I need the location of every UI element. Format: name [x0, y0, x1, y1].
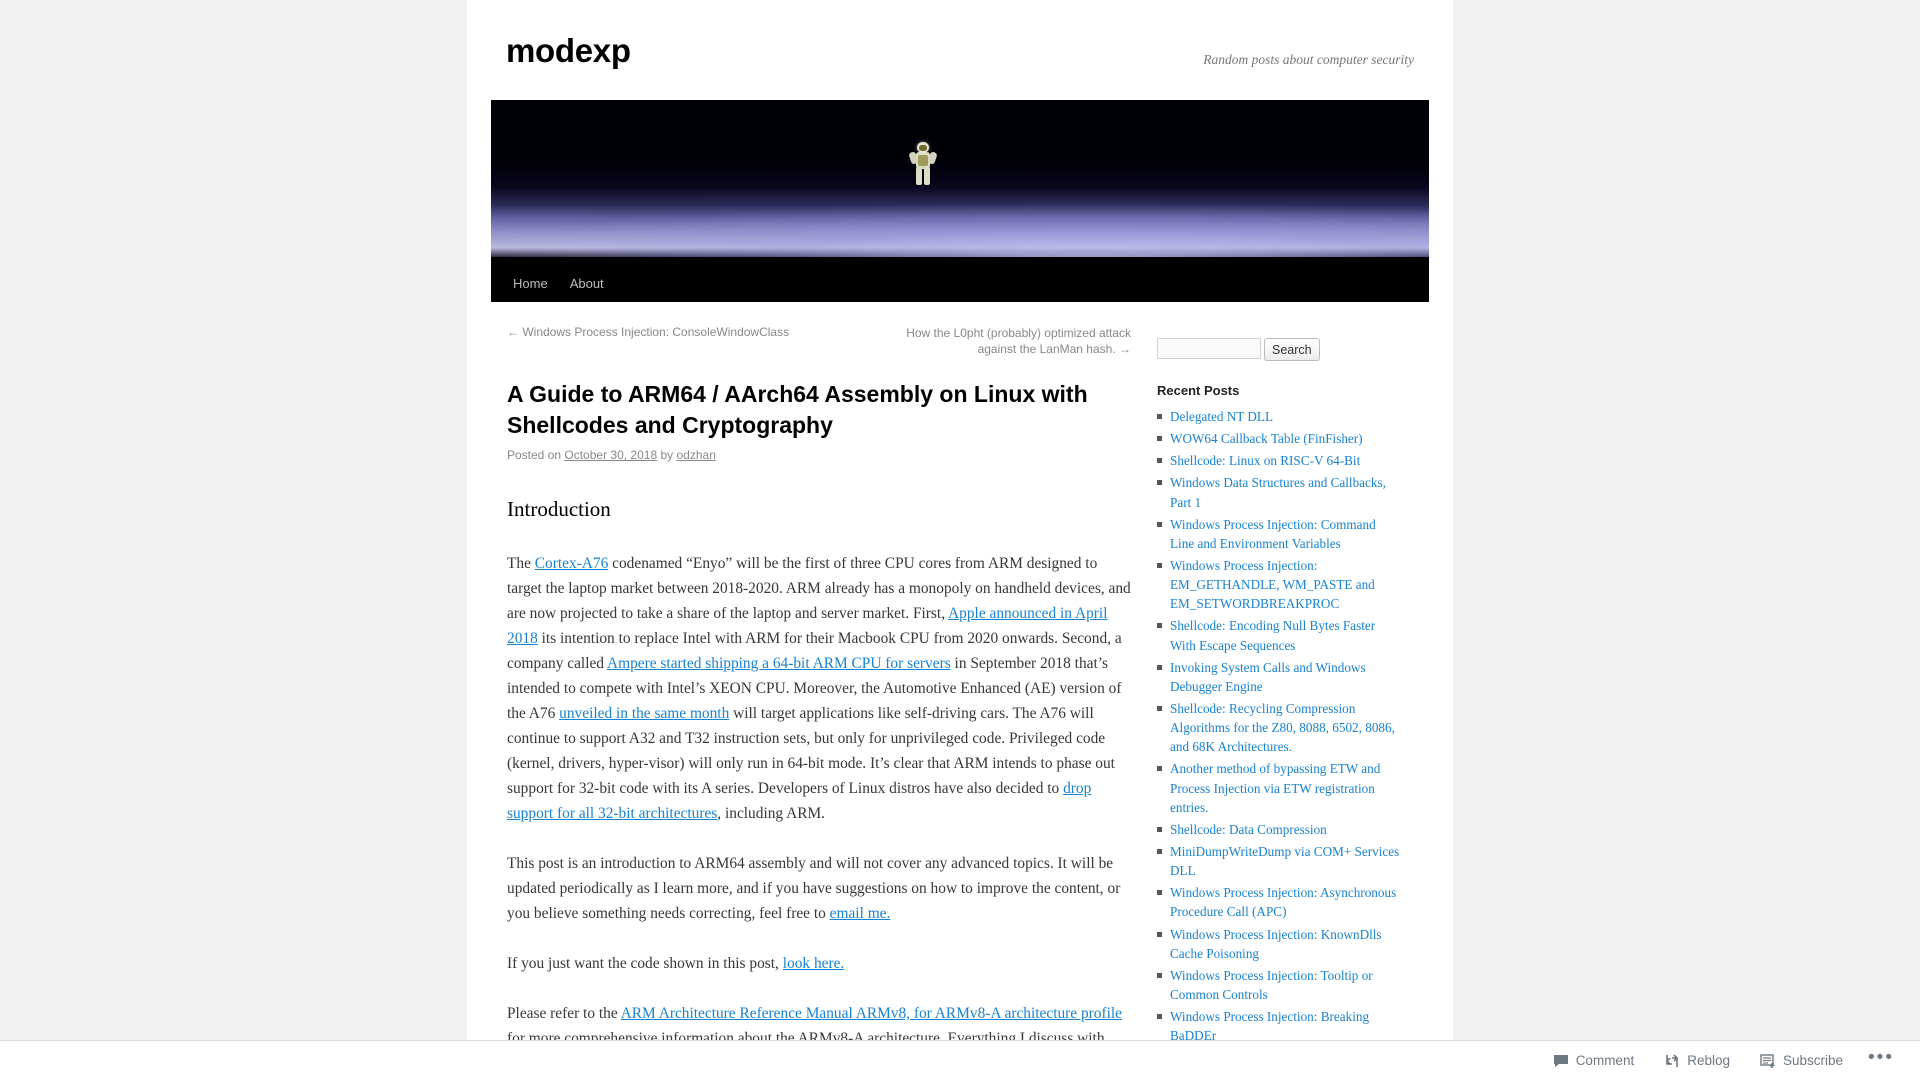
header-banner-image — [491, 100, 1429, 266]
post-date-link[interactable]: October 30, 2018 — [564, 448, 657, 462]
p4-text-1: Please refer to the — [507, 1004, 621, 1022]
by-label: by — [660, 448, 674, 463]
p1-text-1: The — [507, 555, 535, 573]
recent-post-link[interactable]: Shellcode: Encoding Null Bytes Faster Wi… — [1170, 618, 1375, 652]
recent-post-link[interactable]: Invoking System Calls and Windows Debugg… — [1170, 660, 1366, 694]
paragraph-1: The Cortex-A76 codenamed “Enyo” will be … — [507, 552, 1131, 826]
list-item[interactable]: Windows Process Injection: EM_GETHANDLE,… — [1157, 556, 1401, 613]
list-item[interactable]: Shellcode: Recycling Compression Algorit… — [1157, 699, 1401, 756]
astronaut-backpack — [918, 155, 928, 166]
recent-post-link[interactable]: Shellcode: Recycling Compression Algorit… — [1170, 701, 1395, 754]
subscribe-icon — [1760, 1053, 1776, 1069]
recent-post-link[interactable]: Windows Process Injection: Asynchronous … — [1170, 885, 1396, 919]
site-description: Random posts about computer security — [1203, 52, 1414, 67]
list-item[interactable]: Windows Data Structures and Callbacks, P… — [1157, 473, 1401, 511]
link-email-me[interactable]: email me. — [830, 905, 891, 922]
recent-post-link[interactable]: Windows Process Injection: Breaking BaDD… — [1170, 1009, 1369, 1043]
main-navigation: Home About — [491, 266, 1429, 302]
p3-text-1: If you just want the code shown in this … — [507, 954, 783, 972]
recent-post-link[interactable]: Shellcode: Linux on RISC-V 64-Bit — [1170, 453, 1360, 468]
comment-icon — [1553, 1053, 1569, 1069]
nav-item-about[interactable]: About — [559, 266, 615, 302]
astronaut-visor — [919, 145, 927, 151]
next-post-link[interactable]: How the L0pht (probably) optimized attac… — [871, 325, 1131, 357]
astronaut-left-leg — [916, 167, 922, 185]
subscribe-label: Subscribe — [1782, 1053, 1844, 1068]
list-item[interactable]: Windows Process Injection: Asynchronous … — [1157, 883, 1401, 921]
reblog-label: Reblog — [1687, 1053, 1730, 1068]
astronaut-icon — [908, 142, 938, 186]
recent-post-link[interactable]: Windows Process Injection: Command Line … — [1170, 517, 1376, 551]
list-item[interactable]: Invoking System Calls and Windows Debugg… — [1157, 658, 1401, 696]
search-form: Search — [1157, 338, 1401, 361]
recent-post-link[interactable]: Windows Process Injection: EM_GETHANDLE,… — [1170, 558, 1375, 611]
list-item[interactable]: Another method of bypassing ETW and Proc… — [1157, 759, 1401, 816]
list-item[interactable]: Windows Process Injection: KnownDlls Cac… — [1157, 925, 1401, 963]
comment-button[interactable]: Comment — [1538, 1041, 1650, 1080]
list-item[interactable]: Delegated NT DLL — [1157, 407, 1401, 426]
sidebar: Search Recent Posts Delegated NT DLL WOW… — [1157, 325, 1401, 1080]
section-heading-introduction: Introduction — [507, 497, 611, 522]
site-title[interactable]: modexp — [506, 34, 631, 67]
post-navigation: ← Windows Process Injection: ConsoleWind… — [507, 325, 1131, 379]
entry-content: Introduction The Cortex-A76 codenamed “E… — [507, 492, 1131, 1076]
p1-text-6: , including ARM. — [717, 805, 826, 823]
recent-post-link[interactable]: Windows Process Injection: KnownDlls Cac… — [1170, 927, 1382, 961]
page-title: A Guide to ARM64 / AArch64 Assembly on L… — [507, 381, 1088, 439]
recent-posts-heading: Recent Posts — [1157, 383, 1240, 398]
link-unveiled-same-month[interactable]: unveiled in the same month — [559, 705, 729, 722]
banner-bottom-edge — [491, 257, 1429, 266]
subscribe-button[interactable]: Subscribe — [1745, 1041, 1858, 1080]
recent-post-link[interactable]: Delegated NT DLL — [1170, 409, 1273, 424]
recent-post-link[interactable]: Shellcode: Data Compression — [1170, 822, 1327, 837]
link-arm-reference-manual[interactable]: ARM Architecture Reference Manual ARMv8,… — [621, 1005, 1122, 1022]
page-container: modexp Random posts about computer secur… — [467, 0, 1453, 1080]
banner-atmosphere-glow — [491, 198, 1429, 262]
p2-text-1: This post is an introduction to ARM64 as… — [507, 854, 1121, 922]
search-button[interactable]: Search — [1264, 338, 1320, 361]
search-input[interactable] — [1157, 338, 1261, 359]
link-cortex-a76[interactable]: Cortex-A76 — [535, 555, 609, 572]
posted-on-label: Posted on — [507, 448, 562, 463]
primary-column: ← Windows Process Injection: ConsoleWind… — [491, 325, 1131, 1080]
link-look-here[interactable]: look here. — [783, 955, 845, 972]
recent-post-link[interactable]: Windows Process Injection: Tooltip or Co… — [1170, 968, 1373, 1002]
more-options-button[interactable]: ••• — [1858, 1048, 1908, 1073]
entry-meta: Posted on October 30, 2018 by odzhan — [507, 448, 1131, 462]
list-item[interactable]: WOW64 Callback Table (FinFisher) — [1157, 429, 1401, 448]
list-item[interactable]: Windows Process Injection: Tooltip or Co… — [1157, 966, 1401, 1004]
nav-item-home[interactable]: Home — [502, 266, 559, 302]
post-author-link[interactable]: odzhan — [677, 448, 716, 462]
recent-post-link[interactable]: Another method of bypassing ETW and Proc… — [1170, 761, 1380, 814]
site-header: modexp Random posts about computer secur… — [467, 0, 1453, 100]
recent-post-link[interactable]: Windows Data Structures and Callbacks, P… — [1170, 475, 1386, 509]
list-item[interactable]: Windows Process Injection: Command Line … — [1157, 515, 1401, 553]
list-item[interactable]: MiniDumpWriteDump via COM+ Services DLL — [1157, 842, 1401, 880]
astronaut-right-leg — [924, 167, 930, 185]
list-item[interactable]: Shellcode: Linux on RISC-V 64-Bit — [1157, 451, 1401, 470]
wordpress-admin-bar: Comment Reblog Subscribe ••• — [0, 1040, 1920, 1080]
comment-label: Comment — [1575, 1053, 1635, 1068]
paragraph-3: If you just want the code shown in this … — [507, 952, 1131, 977]
content-area: ← Windows Process Injection: ConsoleWind… — [467, 302, 1453, 1080]
list-item[interactable]: Shellcode: Data Compression — [1157, 820, 1401, 839]
recent-posts-list: Delegated NT DLL WOW64 Callback Table (F… — [1157, 407, 1401, 1080]
previous-post-link[interactable]: ← Windows Process Injection: ConsoleWind… — [507, 325, 807, 357]
recent-post-link[interactable]: MiniDumpWriteDump via COM+ Services DLL — [1170, 844, 1399, 878]
link-ampere-cpu[interactable]: Ampere started shipping a 64-bit ARM CPU… — [607, 655, 951, 672]
list-item[interactable]: Shellcode: Encoding Null Bytes Faster Wi… — [1157, 616, 1401, 654]
recent-post-link[interactable]: WOW64 Callback Table (FinFisher) — [1170, 431, 1363, 446]
reblog-icon — [1664, 1053, 1680, 1069]
paragraph-2: This post is an introduction to ARM64 as… — [507, 852, 1131, 927]
reblog-button[interactable]: Reblog — [1649, 1041, 1745, 1080]
